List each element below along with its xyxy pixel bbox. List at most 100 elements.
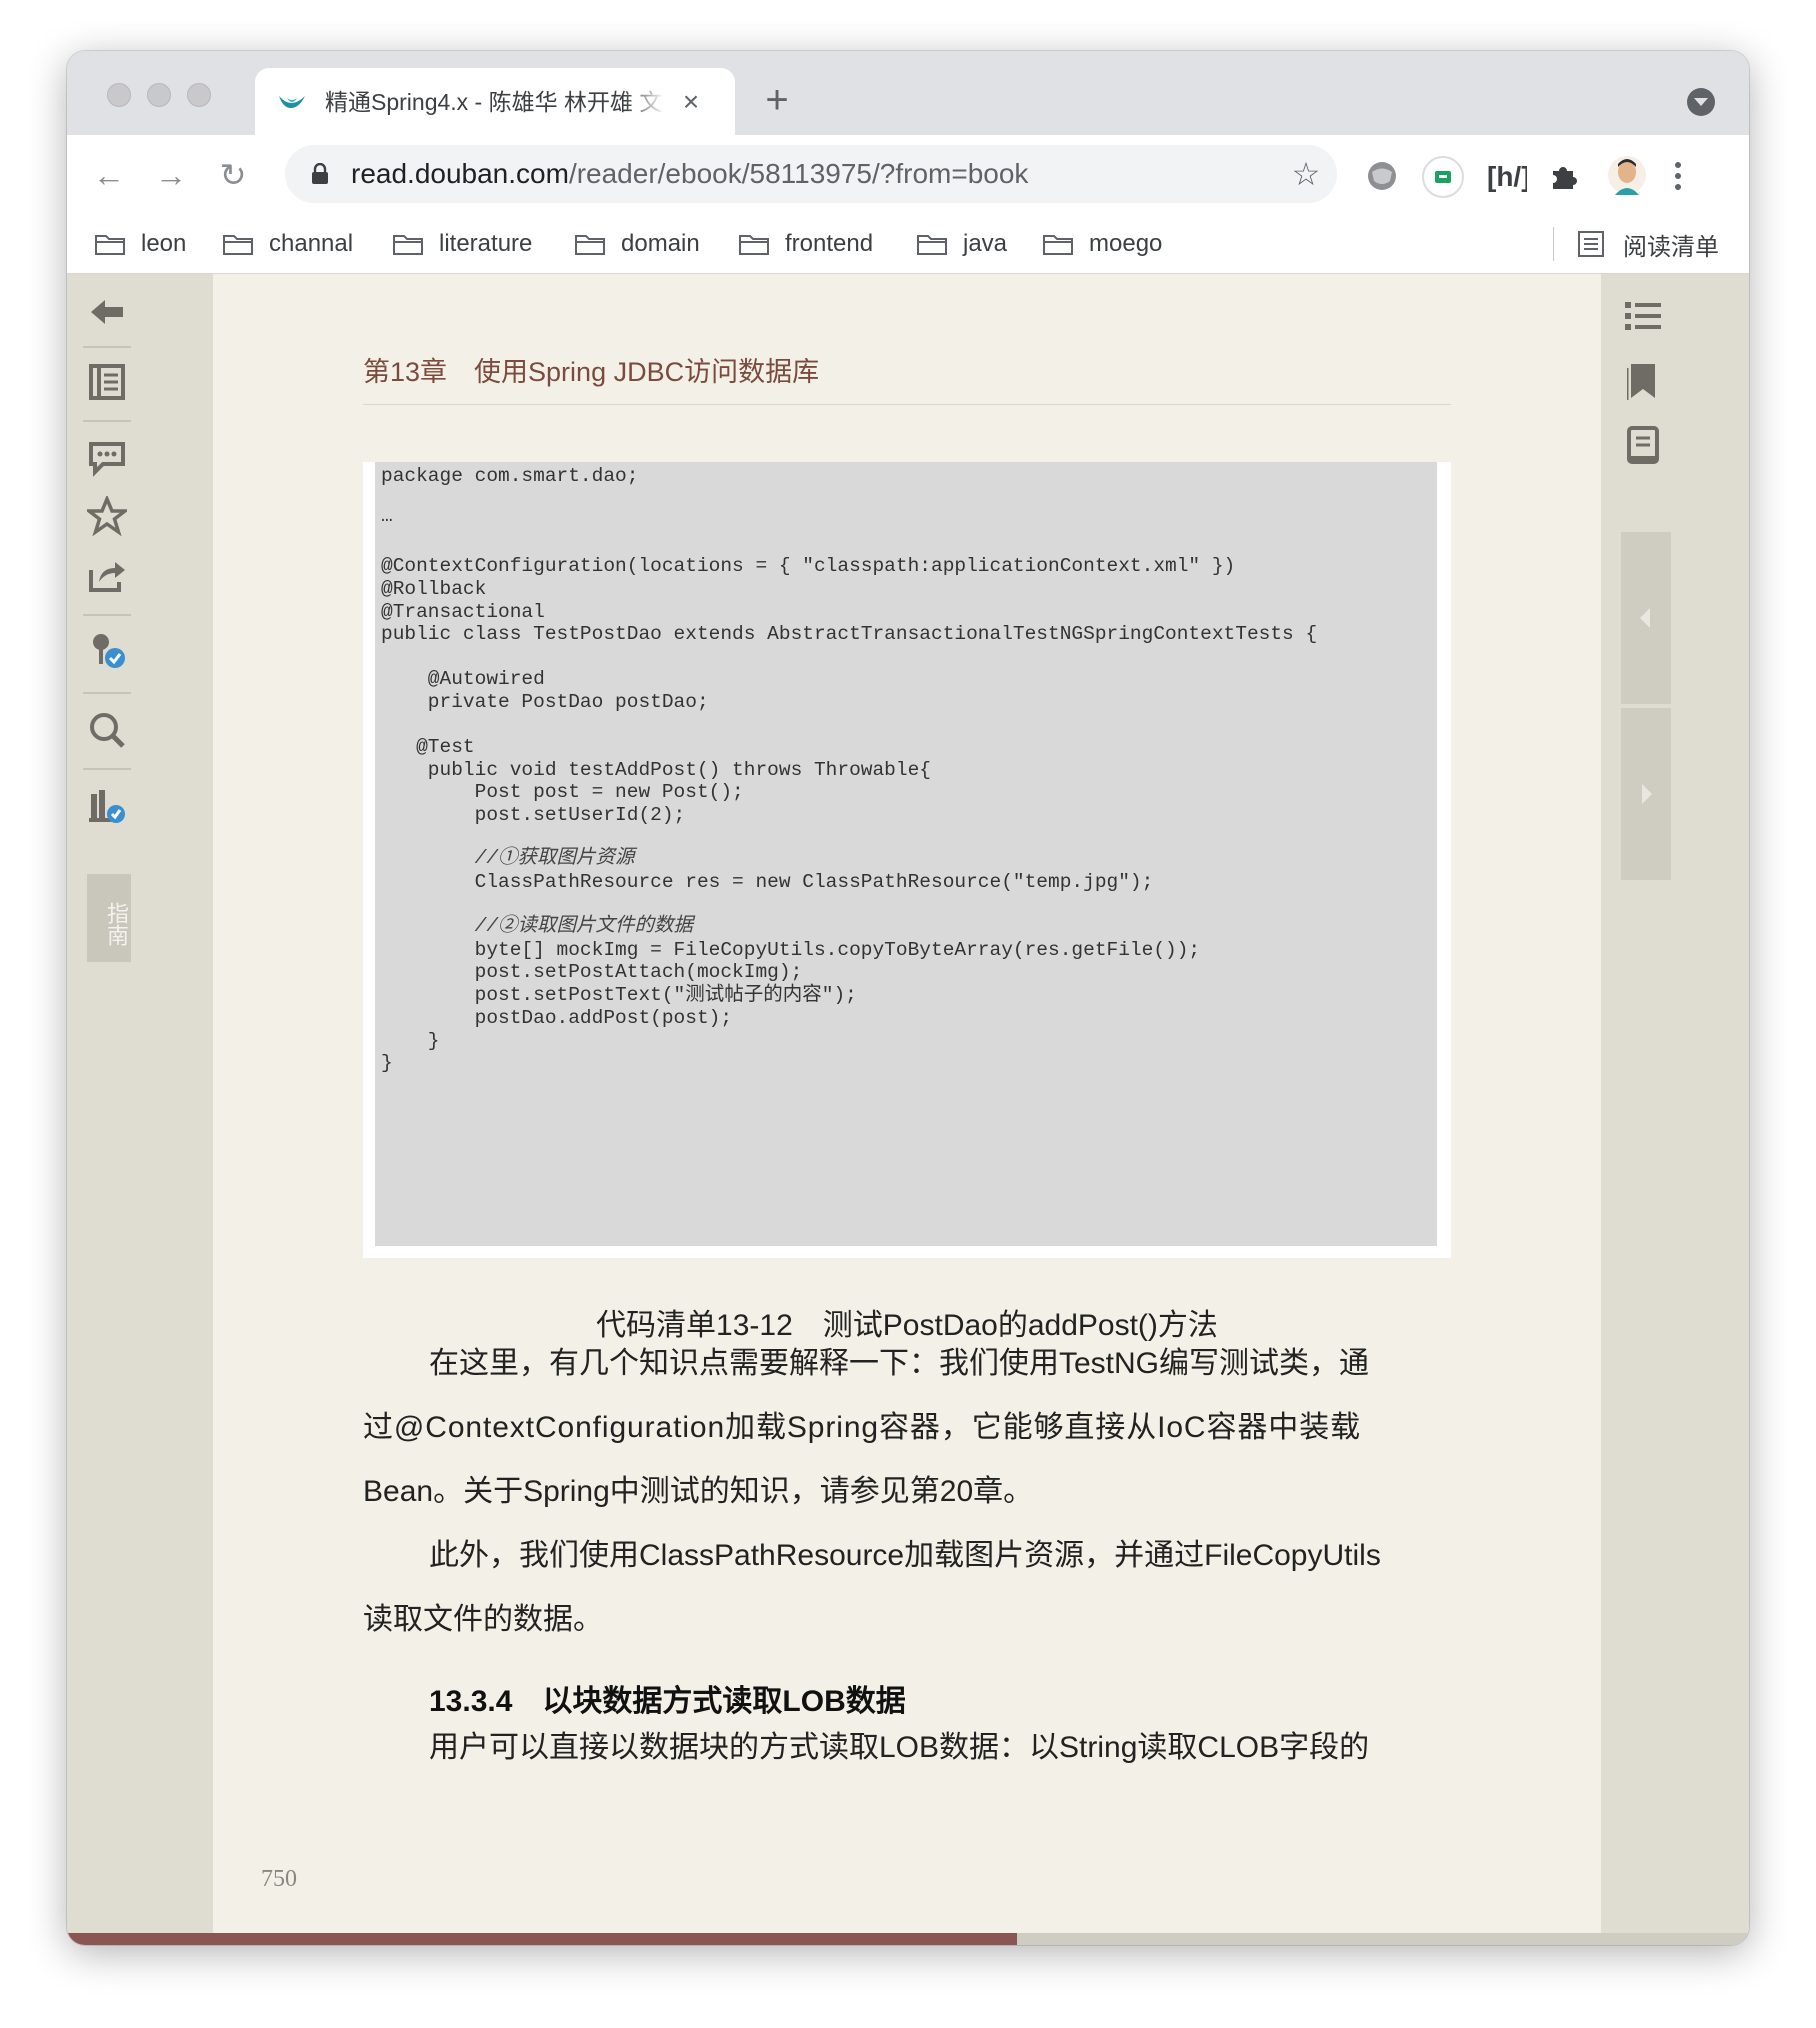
- comments-icon[interactable]: [87, 438, 127, 478]
- tab-search-icon[interactable]: [1687, 88, 1715, 116]
- paragraph-line: 过@ContextConfiguration加载Spring容器，它能够直接从I…: [363, 1411, 1361, 1444]
- code-line: @Transactional: [381, 601, 545, 623]
- profile-avatar[interactable]: [1607, 155, 1647, 195]
- bookmark-label: java: [963, 230, 1008, 257]
- paragraph-line: 用户可以直接以数据块的方式读取LOB数据：以String读取CLOB字段的: [429, 1731, 1370, 1764]
- green-flag-ext-icon[interactable]: [1421, 155, 1465, 199]
- url-path: /reader/ebook/58113975/?from=book: [568, 158, 1029, 189]
- folder-icon: [575, 233, 605, 255]
- book-page: 第13章 使用Spring JDBC访问数据库 package com.smar…: [213, 274, 1601, 1945]
- folder-icon: [739, 233, 769, 255]
- search-icon[interactable]: [87, 710, 127, 750]
- code-line: byte[] mockImg = FileCopyUtils.copyToByt…: [381, 939, 1201, 961]
- reading-progress-bar[interactable]: [67, 1933, 1749, 1945]
- douban-ext-icon[interactable]: [1365, 159, 1399, 193]
- code-line: …: [381, 505, 393, 527]
- bookshelf-verified-icon[interactable]: [87, 786, 127, 826]
- code-line: }: [381, 1052, 393, 1074]
- paragraph-line: 读取文件的数据。: [363, 1603, 603, 1636]
- bookmarks-divider: [1553, 227, 1554, 261]
- bookmark-label: literature: [439, 230, 533, 257]
- reader-left-toolbar: 指南: [67, 274, 213, 1945]
- bookmark-label: channal: [269, 230, 354, 257]
- bookmark-folder-java[interactable]: java: [917, 225, 1007, 263]
- code-line: @Rollback: [381, 578, 487, 600]
- forward-icon[interactable]: →: [151, 155, 191, 195]
- code-line: ClassPathResource res = new ClassPathRes…: [381, 871, 1154, 893]
- folder-icon: [917, 233, 947, 255]
- list-menu-icon[interactable]: [1625, 300, 1661, 332]
- code-line: private PostDao postDao;: [381, 691, 709, 713]
- bookmark-folder-channal[interactable]: channal: [223, 225, 353, 263]
- code-line: postDao.addPost(post);: [381, 1007, 733, 1029]
- tab-title: 精通Spring4.x - 陈雄华 林开雄 文建国: [325, 86, 665, 118]
- close-window-button[interactable]: [107, 83, 131, 107]
- paragraph-line: Bean。关于Spring中测试的知识，请参见第20章。: [363, 1475, 1034, 1508]
- url-host: read.douban.com: [351, 158, 569, 189]
- hypothesis-ext-icon[interactable]: [h/]: [1487, 159, 1527, 193]
- folder-icon: [223, 233, 253, 255]
- contents-book-icon[interactable]: [87, 362, 127, 402]
- code-line: post.setPostText("测试帖子的内容");: [381, 984, 857, 1006]
- bookmark-folder-leon[interactable]: leon: [95, 225, 186, 263]
- code-line: package com.smart.dao;: [381, 465, 639, 487]
- browser-window: 精通Spring4.x - 陈雄华 林开雄 文建国 × + ← → ↻ read…: [67, 51, 1749, 1945]
- douban-favicon-icon: [279, 96, 305, 108]
- new-tab-button[interactable]: +: [759, 80, 795, 120]
- bookmark-folder-frontend[interactable]: frontend: [739, 225, 873, 263]
- code-line: @Test: [381, 736, 475, 758]
- folder-icon: [95, 233, 125, 255]
- zoom-window-button[interactable]: [187, 83, 211, 107]
- bookmark-label: domain: [621, 230, 700, 257]
- svg-text:[h/]: [h/]: [1487, 161, 1527, 192]
- reload-icon[interactable]: ↻: [213, 155, 253, 195]
- reading-list-label: 阅读清单: [1623, 233, 1719, 261]
- notes-book-icon[interactable]: [1625, 426, 1661, 466]
- tab-bar: 精通Spring4.x - 陈雄华 林开雄 文建国 × +: [67, 51, 1749, 135]
- share-icon[interactable]: [87, 556, 127, 596]
- code-comment-line: //①获取图片资源: [381, 847, 635, 869]
- guide-button[interactable]: 指南: [87, 874, 131, 962]
- rail-divider: [83, 346, 131, 348]
- chapter-header: 第13章 使用Spring JDBC访问数据库: [363, 357, 820, 387]
- code-line: public void testAddPost() throws Throwab…: [381, 759, 931, 781]
- bookmark-label: leon: [141, 230, 187, 257]
- tab-close-icon[interactable]: ×: [675, 86, 707, 118]
- previous-page-button[interactable]: [1621, 532, 1671, 704]
- code-line: }: [381, 1030, 440, 1052]
- code-line: post.setPostAttach(mockImg);: [381, 961, 803, 983]
- code-block: package com.smart.dao; … @ContextConfigura…: [375, 462, 1437, 1246]
- bookmarks-bar: leon channal literature domain frontend …: [67, 215, 1749, 274]
- rail-divider: [83, 692, 131, 694]
- bookmark-label: frontend: [785, 230, 874, 257]
- lock-icon: [312, 163, 328, 184]
- favorite-star-icon[interactable]: [87, 496, 127, 536]
- bookmark-folder-literature[interactable]: literature: [393, 225, 532, 263]
- rail-divider: [83, 614, 131, 616]
- reading-progress-fill: [67, 1933, 1018, 1945]
- code-line: @Autowired: [381, 668, 545, 690]
- back-arrow-icon[interactable]: [87, 292, 127, 332]
- more-menu-icon[interactable]: [1671, 159, 1685, 193]
- code-line: public class TestPostDao extends Abstrac…: [381, 623, 1318, 645]
- gift-verified-icon[interactable]: [87, 630, 127, 670]
- bookmark-folder-domain[interactable]: domain: [575, 225, 700, 263]
- back-icon[interactable]: ←: [89, 155, 129, 195]
- header-rule: [363, 404, 1451, 405]
- ebook-reader: 指南 第13章 使用Spring JDBC访问数据库 package com.s…: [67, 274, 1749, 1945]
- active-tab[interactable]: 精通Spring4.x - 陈雄华 林开雄 文建国 ×: [255, 68, 735, 135]
- folder-icon: [393, 233, 423, 255]
- reading-list-icon: [1578, 231, 1604, 257]
- bookmark-ribbon-icon[interactable]: [1627, 362, 1659, 400]
- rail-divider: [83, 768, 131, 770]
- bookmark-folder-moego[interactable]: moego: [1043, 225, 1162, 263]
- puzzle-icon[interactable]: [1547, 159, 1581, 193]
- minimize-window-button[interactable]: [147, 83, 171, 107]
- reading-list-button[interactable]: 阅读清单: [1577, 225, 1719, 263]
- paragraph-line: 此外，我们使用ClassPathResource加载图片资源，并通过FileCo…: [429, 1539, 1381, 1572]
- next-page-button[interactable]: [1621, 708, 1671, 880]
- code-line: Post post = new Post();: [381, 781, 744, 803]
- address-bar[interactable]: read.douban.com/reader/ebook/58113975/?f…: [285, 145, 1337, 203]
- bookmark-star-icon[interactable]: ☆: [1289, 157, 1323, 191]
- code-comment-line: //②读取图片文件的数据: [381, 915, 694, 937]
